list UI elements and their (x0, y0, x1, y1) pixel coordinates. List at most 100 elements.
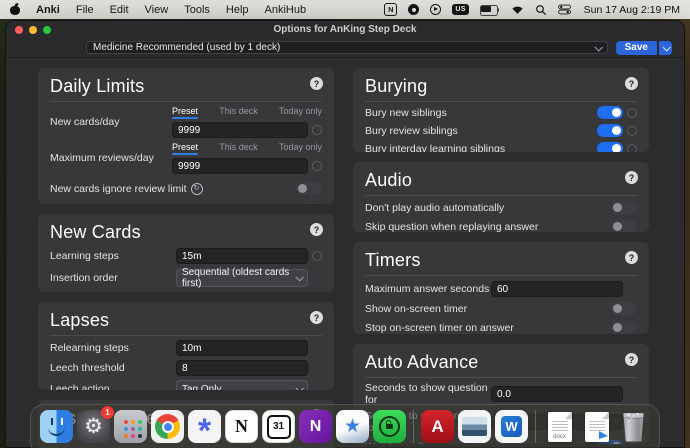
row-stop-timer: Stop on-screen timer on answer (365, 321, 637, 334)
row-label: Learning steps (50, 250, 119, 262)
menu-help[interactable]: Help (226, 4, 249, 16)
section-title: Daily Limits (50, 76, 322, 96)
revert-indicator[interactable] (627, 144, 637, 153)
window-titlebar[interactable]: Options for AnKing Step Deck (6, 21, 684, 38)
help-icon[interactable]: ? (625, 171, 638, 184)
save-options-dropdown-button[interactable] (659, 41, 672, 55)
section-title: Burying (365, 76, 637, 96)
dock-download-file-icon[interactable] (580, 410, 613, 443)
divider (50, 335, 322, 336)
revert-indicator[interactable] (312, 161, 322, 171)
dock-vpn-icon[interactable] (373, 410, 406, 443)
revert-indicator[interactable] (627, 126, 637, 136)
control-center-icon[interactable] (558, 4, 571, 15)
shared-setting-icon: ↻ (191, 183, 203, 195)
menu-anki[interactable]: Anki (36, 4, 60, 16)
help-icon[interactable]: ? (310, 311, 323, 324)
stop-timer-toggle[interactable] (611, 321, 637, 334)
divider (50, 101, 322, 102)
tab-this-deck[interactable]: This deck (219, 142, 258, 155)
help-icon[interactable]: ? (310, 77, 323, 90)
menu-tools[interactable]: Tools (184, 4, 210, 16)
new-cards-per-day-input[interactable] (172, 122, 308, 138)
chevron-down-icon (594, 43, 602, 51)
app-status-icon[interactable] (408, 4, 419, 15)
dock-docx-file-icon[interactable]: docx (543, 410, 576, 443)
row-bury-review: Bury review siblings (365, 124, 637, 137)
dock-acrobat-icon[interactable]: A (421, 410, 454, 443)
gear-icon: ⚙ (84, 414, 103, 439)
row-label: Skip question when replaying answer (365, 221, 538, 233)
dock-finder-icon[interactable] (40, 410, 73, 443)
row-bury-interday: Bury interday learning siblings (365, 142, 637, 152)
show-timer-toggle[interactable] (611, 302, 637, 315)
wifi-icon[interactable] (511, 4, 524, 15)
row-bury-new: Bury new siblings (365, 106, 637, 119)
insertion-order-select[interactable]: Sequential (oldest cards first) (176, 269, 308, 287)
spotlight-search-icon[interactable] (535, 4, 547, 16)
save-button[interactable]: Save (616, 41, 657, 55)
menu-ankihub[interactable]: AnkiHub (265, 4, 307, 16)
menu-file[interactable]: File (76, 4, 94, 16)
section-timers: Timers ? Maximum answer seconds Show on-… (353, 242, 649, 334)
leech-action-select[interactable]: Tag Only (176, 380, 308, 390)
limits-start-from-top-toggle[interactable] (296, 203, 322, 204)
section-title: Lapses (50, 310, 322, 330)
dock-launchpad-icon[interactable] (114, 410, 147, 443)
revert-indicator[interactable] (312, 251, 322, 261)
bury-review-siblings-toggle[interactable] (597, 124, 623, 137)
help-icon[interactable]: ? (625, 251, 638, 264)
dock-onenote-icon[interactable]: N (299, 410, 332, 443)
dock-system-settings-icon[interactable]: ⚙ 1 (77, 410, 110, 443)
row-label: New cards/day (50, 116, 119, 128)
dock-word-icon[interactable]: W (495, 410, 528, 443)
revert-indicator[interactable] (627, 108, 637, 118)
section-daily-limits: Daily Limits ? New cards/day Preset This… (38, 68, 334, 204)
help-icon[interactable]: ? (625, 77, 638, 90)
max-answer-seconds-input[interactable] (491, 281, 623, 297)
seconds-show-question-input[interactable] (491, 386, 623, 402)
dock-screenshot-file-icon[interactable] (458, 410, 491, 443)
revert-indicator[interactable] (312, 125, 322, 135)
row-label: Bury interday learning siblings (365, 143, 505, 153)
dock-notion-icon[interactable]: N (225, 410, 258, 443)
tab-today-only[interactable]: Today only (279, 142, 322, 155)
leech-threshold-input[interactable] (176, 360, 308, 376)
tab-today-only[interactable]: Today only (279, 106, 322, 119)
menu-edit[interactable]: Edit (110, 4, 129, 16)
dock-chrome-icon[interactable] (151, 410, 184, 443)
help-icon[interactable]: ? (310, 223, 323, 236)
help-icon[interactable]: ? (625, 353, 638, 366)
dock-anki-icon[interactable]: * (188, 410, 221, 443)
max-reviews-per-day-input[interactable] (172, 158, 308, 174)
chevron-down-icon (295, 384, 303, 390)
tab-this-deck[interactable]: This deck (219, 106, 258, 119)
dock-ankihub-icon[interactable]: ★ (336, 410, 369, 443)
preset-dropdown[interactable]: Medicine Recommended (used by 1 deck) (86, 41, 608, 54)
menu-bar-clock[interactable]: Sun 17 Aug 2:19 PM (584, 4, 680, 16)
tab-preset[interactable]: Preset (172, 142, 198, 155)
tab-preset[interactable]: Preset (172, 106, 198, 119)
play-status-icon[interactable] (430, 4, 441, 15)
bury-new-siblings-toggle[interactable] (597, 106, 623, 119)
bury-interday-siblings-toggle[interactable] (597, 142, 623, 152)
apple-menu-icon[interactable] (10, 4, 20, 15)
menu-view[interactable]: View (145, 4, 169, 16)
notion-status-icon[interactable]: N (384, 3, 397, 16)
skip-question-toggle[interactable] (611, 220, 637, 232)
section-title: Timers (365, 250, 637, 270)
row-learning-steps: Learning steps (50, 248, 322, 264)
battery-icon[interactable] (480, 5, 500, 15)
row-ignore-review-limit: New cards ignore review limit ↻ (50, 182, 322, 195)
row-label: New cards ignore review limit ↻ (50, 183, 203, 195)
dont-play-audio-toggle[interactable] (611, 201, 637, 214)
dock-notion-calendar-icon[interactable]: 31 (262, 410, 295, 443)
dock-trash-icon[interactable] (617, 410, 650, 443)
keyboard-input-icon[interactable]: US (452, 4, 468, 15)
ignore-review-limit-toggle[interactable] (296, 182, 322, 195)
learning-steps-input[interactable] (176, 248, 308, 264)
chevron-down-icon (295, 273, 303, 281)
row-label: Maximum answer seconds (365, 283, 489, 295)
row-leech-action: Leech action Tag Only (50, 380, 322, 390)
relearning-steps-input[interactable] (176, 340, 308, 356)
